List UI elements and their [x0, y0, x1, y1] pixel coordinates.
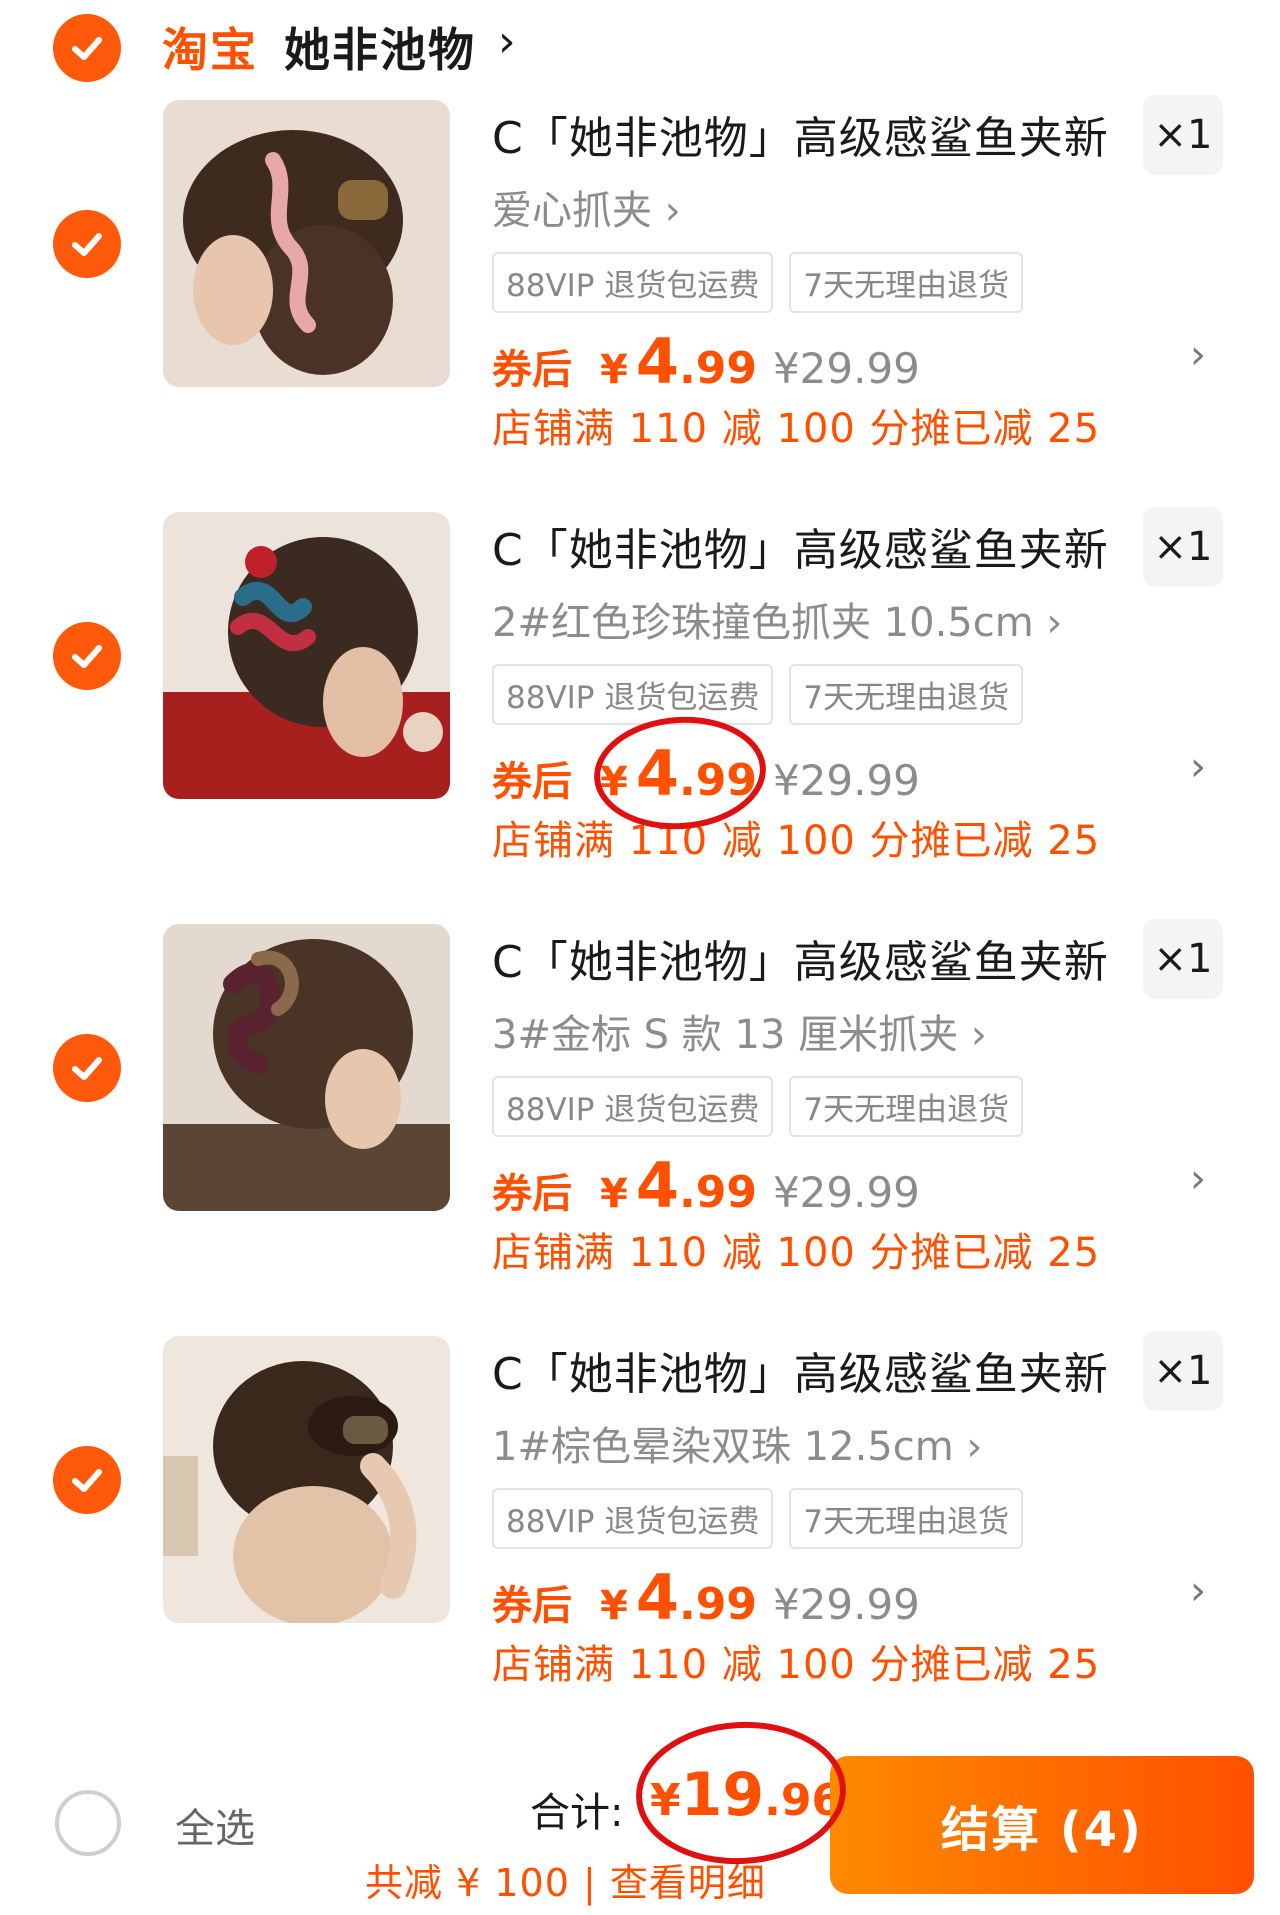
- price-currency: ¥: [600, 347, 628, 393]
- check-icon: [72, 645, 102, 668]
- store-chevron-icon[interactable]: ›: [498, 16, 516, 67]
- service-tags: 88VIP 退货包运费 7天无理由退货: [492, 1076, 1024, 1137]
- tag-88vip: 88VIP 退货包运费: [492, 1488, 774, 1549]
- coupon-label: 券后: [492, 759, 572, 805]
- item-select-checkbox[interactable]: [53, 1034, 121, 1102]
- price-integer: 4: [635, 1149, 679, 1222]
- chevron-right-icon[interactable]: ›: [1190, 332, 1206, 378]
- price-line: 券后 ¥ 4 .99 ¥29.99: [492, 1149, 920, 1222]
- tag-88vip: 88VIP 退货包运费: [492, 1076, 774, 1137]
- cart-item-1[interactable]: C「她非池物」高级感鲨鱼夹新 ×1 爱心抓夹 › 88VIP 退货包运费 7天无…: [0, 95, 1280, 512]
- promo-text: 店铺满 110 减 100 分摊已减 25: [492, 818, 1101, 864]
- tag-7day-return: 7天无理由退货: [789, 1076, 1024, 1137]
- select-all-label[interactable]: 全选: [175, 1796, 255, 1854]
- chevron-right-icon[interactable]: ›: [1190, 744, 1206, 790]
- tag-88vip: 88VIP 退货包运费: [492, 664, 774, 725]
- item-select-checkbox[interactable]: [53, 622, 121, 690]
- checkout-bar: 全选 合计: ¥19.96 共减 ¥ 100 | 查看明细 结算 (4): [0, 1716, 1280, 1915]
- item-variant[interactable]: 2#红色珍珠撞色抓夹 10.5cm ›: [492, 590, 1062, 648]
- check-icon: [72, 37, 102, 60]
- store-header[interactable]: 淘宝 她非池物 ›: [0, 0, 1280, 100]
- product-thumbnail[interactable]: [163, 512, 450, 799]
- quantity-selector[interactable]: ×1: [1143, 1331, 1223, 1411]
- cart-item-2[interactable]: C「她非池物」高级感鲨鱼夹新 ×1 2#红色珍珠撞色抓夹 10.5cm › 88…: [0, 507, 1280, 924]
- product-thumbnail[interactable]: [163, 100, 450, 387]
- price-currency: ¥: [600, 1583, 628, 1629]
- promo-text: 店铺满 110 减 100 分摊已减 25: [492, 406, 1101, 452]
- chevron-right-icon[interactable]: ›: [1190, 1568, 1206, 1614]
- price-line: 券后 ¥ 4 .99 ¥29.99: [492, 1561, 920, 1634]
- price-decimal: .99: [678, 1167, 757, 1218]
- chevron-right-icon[interactable]: ›: [1190, 1156, 1206, 1202]
- price-integer: 4: [635, 1561, 679, 1634]
- select-all-checkbox[interactable]: [55, 1790, 121, 1856]
- item-select-checkbox[interactable]: [53, 1446, 121, 1514]
- tag-7day-return: 7天无理由退货: [789, 1488, 1024, 1549]
- item-title[interactable]: C「她非池物」高级感鲨鱼夹新: [492, 926, 1109, 990]
- price-currency: ¥: [600, 1171, 628, 1217]
- store-select-checkbox[interactable]: [53, 14, 121, 82]
- cart-item-3[interactable]: C「她非池物」高级感鲨鱼夹新 ×1 3#金标 S 款 13 厘米抓夹 › 88V…: [0, 919, 1280, 1336]
- original-price: ¥29.99: [772, 1168, 920, 1217]
- tag-7day-return: 7天无理由退货: [789, 664, 1024, 725]
- store-brand: 淘宝: [162, 23, 258, 77]
- price-integer: 4: [635, 325, 679, 398]
- item-title[interactable]: C「她非池物」高级感鲨鱼夹新: [492, 1338, 1109, 1402]
- quantity-selector[interactable]: ×1: [1143, 95, 1223, 175]
- price-line: 券后 ¥ 4 .99 ¥29.99: [492, 325, 920, 398]
- price-decimal: .99: [678, 343, 757, 394]
- product-thumbnail[interactable]: [163, 924, 450, 1211]
- product-thumbnail[interactable]: [163, 1336, 450, 1623]
- promo-text: 店铺满 110 减 100 分摊已减 25: [492, 1642, 1101, 1688]
- cart-item-4[interactable]: C「她非池物」高级感鲨鱼夹新 ×1 1#棕色晕染双珠 12.5cm › 88VI…: [0, 1331, 1280, 1748]
- original-price: ¥29.99: [772, 756, 920, 805]
- tag-88vip: 88VIP 退货包运费: [492, 252, 774, 313]
- service-tags: 88VIP 退货包运费 7天无理由退货: [492, 252, 1024, 313]
- item-title[interactable]: C「她非池物」高级感鲨鱼夹新: [492, 514, 1109, 578]
- quantity-selector[interactable]: ×1: [1143, 919, 1223, 999]
- store-name[interactable]: 她非池物: [284, 14, 476, 80]
- item-variant[interactable]: 爱心抓夹 ›: [492, 178, 681, 236]
- item-variant[interactable]: 3#金标 S 款 13 厘米抓夹 ›: [492, 1002, 987, 1060]
- promo-text: 店铺满 110 减 100 分摊已减 25: [492, 1230, 1101, 1276]
- coupon-label: 券后: [492, 347, 572, 393]
- service-tags: 88VIP 退货包运费 7天无理由退货: [492, 664, 1024, 725]
- price-decimal: .99: [678, 1579, 757, 1630]
- check-icon: [72, 233, 102, 256]
- item-select-checkbox[interactable]: [53, 210, 121, 278]
- tag-7day-return: 7天无理由退货: [789, 252, 1024, 313]
- service-tags: 88VIP 退货包运费 7天无理由退货: [492, 1488, 1024, 1549]
- red-annotation-circle: [632, 1716, 850, 1870]
- original-price: ¥29.99: [772, 1580, 920, 1629]
- check-icon: [72, 1469, 102, 1492]
- checkout-button[interactable]: 结算 (4): [830, 1756, 1254, 1894]
- coupon-label: 券后: [492, 1171, 572, 1217]
- coupon-label: 券后: [492, 1583, 572, 1629]
- original-price: ¥29.99: [772, 344, 920, 393]
- total-label: 合计:: [530, 1790, 624, 1836]
- item-variant[interactable]: 1#棕色晕染双珠 12.5cm ›: [492, 1414, 982, 1472]
- quantity-selector[interactable]: ×1: [1143, 507, 1223, 587]
- item-title[interactable]: C「她非池物」高级感鲨鱼夹新: [492, 102, 1109, 166]
- check-icon: [72, 1057, 102, 1080]
